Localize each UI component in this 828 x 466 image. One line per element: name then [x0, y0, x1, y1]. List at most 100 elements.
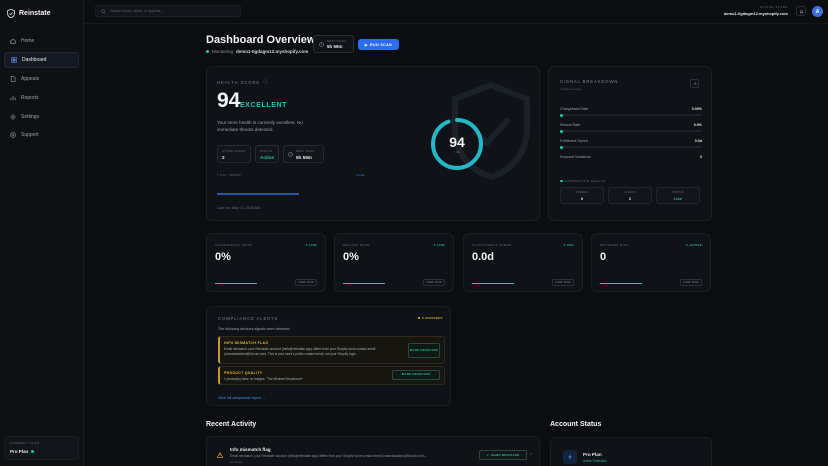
metric-bar: [560, 145, 702, 149]
compliance-description: The following advisory signals were dete…: [218, 327, 291, 331]
search-input[interactable]: [110, 9, 230, 13]
sidebar-item-support[interactable]: Support: [4, 127, 79, 143]
account-plan-status: Active Protection: [583, 459, 607, 463]
page-title: Dashboard Overview: [206, 34, 316, 46]
metric-value: 0.0%: [693, 123, 702, 127]
sidebar-item-reports[interactable]: Reports: [4, 90, 79, 106]
dashboard-icon: [11, 57, 17, 63]
next-scan-caption: NEXT SCAN: [327, 39, 346, 43]
next-scan-chip: NEXT SCAN 5h 59m: [313, 35, 354, 53]
sidebar-item-label: Settings: [21, 113, 40, 120]
app-name: Reinstate: [19, 10, 51, 17]
signal-subtitle: 7 days overview: [560, 87, 582, 91]
metric-value: 0.0d: [694, 139, 702, 143]
view-risk-button[interactable]: VIEW RISK: [423, 279, 445, 286]
run-scan-button[interactable]: ▶ RUN SCAN: [358, 39, 399, 50]
trend-sparkline: [217, 193, 299, 195]
plan-status-dot: [31, 450, 35, 453]
monitoring-store: demo1-0gdagm12.myshopify.com: [236, 49, 309, 54]
metric-label: Keyword Violations: [560, 155, 591, 159]
connection-status: STATUS Live: [656, 187, 700, 204]
compliance-badge: 2 ADVISORY: [417, 316, 443, 320]
dismiss-icon[interactable]: ×: [530, 451, 532, 456]
kpi-network-card: NETWORK RISK ↗ ACTIVE 0 VIEW RISK: [591, 233, 711, 292]
info-icon[interactable]: ⓘ: [263, 79, 268, 85]
sidebar-item-label: Home: [21, 38, 35, 44]
health-label-text: HEALTH SCORE: [217, 79, 261, 85]
health-status: EXCELLENT: [240, 102, 288, 109]
stat-next-scan: NEXT SCAN 5h 59m: [283, 145, 324, 163]
sidebar-nav: Home Dashboard Appeals Reports Settings …: [4, 33, 79, 146]
current-plan-box[interactable]: CURRENT PLAN Pro Plan: [4, 436, 79, 460]
mark-resolved-button[interactable]: MARK RESOLVED: [392, 370, 440, 380]
home-icon: [10, 38, 16, 44]
ring-score: 94: [449, 134, 465, 150]
notifications-button[interactable]: [796, 6, 806, 16]
metric-fulfillment: Fulfillment Speed 0.0d: [560, 139, 702, 149]
sidebar-item-dashboard[interactable]: Dashboard: [4, 51, 79, 68]
plan-caption: CURRENT PLAN: [10, 441, 40, 445]
conn-caption: ORDERS: [575, 191, 589, 194]
connection-orders: ORDERS 0: [560, 187, 604, 204]
sidebar-item-settings[interactable]: Settings: [4, 109, 79, 125]
sidebar-item-home[interactable]: Home: [4, 33, 79, 49]
compliance-badge-text: 2 ADVISORY: [422, 316, 443, 320]
view-risk-button[interactable]: VIEW RISK: [295, 279, 317, 286]
alert-info-mismatch: INFO MISMATCH FLAG Email mismatch: your …: [218, 336, 445, 364]
kpi-chargeback-card: CHARGEBACK RATE ↗ LIVE 0% VIEW RISK: [206, 233, 326, 292]
search-box[interactable]: [95, 5, 241, 17]
account-status-card: Pro Plan Active Protection: [550, 437, 712, 466]
kpi-badge: ↗ LIVE: [305, 243, 317, 247]
kpi-value: 0%: [343, 251, 359, 263]
view-risk-button[interactable]: VIEW RISK: [680, 279, 702, 286]
mark-resolved-button[interactable]: MARK RESOLVED: [408, 343, 440, 358]
kpi-caption: CHARGEBACK RATE: [215, 243, 253, 247]
recent-activity-card: Info mismatch flag Email mismatch: your …: [206, 436, 540, 466]
kpi-badge: ↗ LIVE: [433, 243, 445, 247]
connection-label-text: CONNECTION HEALTH: [564, 179, 606, 183]
bell-icon: [799, 9, 803, 13]
play-icon: ▶: [364, 42, 368, 47]
stat-caption: STATUS: [260, 149, 273, 153]
sidebar-item-appeals[interactable]: Appeals: [4, 71, 79, 87]
kpi-badge: ↗ AVG: [562, 243, 574, 247]
check-icon: ✓: [486, 453, 490, 457]
monitoring-prefix: Monitoring: [212, 49, 234, 54]
app-logo[interactable]: Reinstate: [7, 9, 51, 18]
conn-value: 0: [580, 196, 584, 201]
view-risk-button[interactable]: VIEW RISK: [552, 279, 574, 286]
signal-expand-button[interactable]: [690, 79, 699, 88]
activity-button-label: MARK RESOLVED: [491, 453, 520, 457]
status-dot: [560, 179, 563, 183]
recent-activity-title: Recent Activity: [206, 421, 257, 428]
activity-mark-resolved-button[interactable]: ✓ MARK RESOLVED: [479, 450, 527, 460]
alert-title: PRODUCT QUALITY: [224, 371, 263, 375]
health-ring: 94 / 100: [429, 116, 485, 172]
user-avatar[interactable]: A: [812, 6, 823, 17]
alert-title: INFO MISMATCH FLAG: [224, 341, 269, 345]
stat-value: Active: [260, 155, 274, 160]
alert-product-quality: PRODUCT QUALITY 1 product(s) have no ima…: [218, 366, 445, 385]
kpi-sparkline: [600, 283, 642, 284]
run-scan-label: RUN SCAN: [370, 42, 393, 47]
metric-value: 0.00%: [691, 107, 702, 111]
kpi-badge: ↗ ACTIVE: [685, 243, 702, 247]
account-status-title: Account Status: [550, 421, 602, 428]
activity-item-body: Email mismatch: your Reinstate account (…: [230, 454, 428, 458]
plan-name: Pro Plan: [10, 449, 73, 454]
stat-caption: STORE SCANS: [222, 149, 246, 153]
search-icon: [101, 8, 106, 14]
signal-title: SIGNAL BREAKDOWN: [560, 79, 619, 84]
active-store[interactable]: ACTIVE STORE demo1-0gdagm12.myshopify.co…: [724, 5, 788, 16]
lightning-icon: [568, 454, 572, 460]
sidebar: Reinstate Home Dashboard Appeals Reports…: [0, 0, 84, 466]
arrow-up-right-icon: [693, 82, 696, 85]
view-compliance-report-link[interactable]: View full compliance report →: [218, 396, 265, 400]
kpi-caption: REFUND RATE: [343, 243, 370, 247]
stat-caption: NEXT SCAN: [296, 148, 315, 153]
kpi-value: 0.0d: [472, 251, 495, 263]
kpi-value: 0: [600, 251, 607, 263]
connection-alerts: ALERTS 2: [608, 187, 652, 204]
store-caption: ACTIVE STORE: [760, 5, 788, 9]
health-score-value: 94: [217, 89, 241, 112]
